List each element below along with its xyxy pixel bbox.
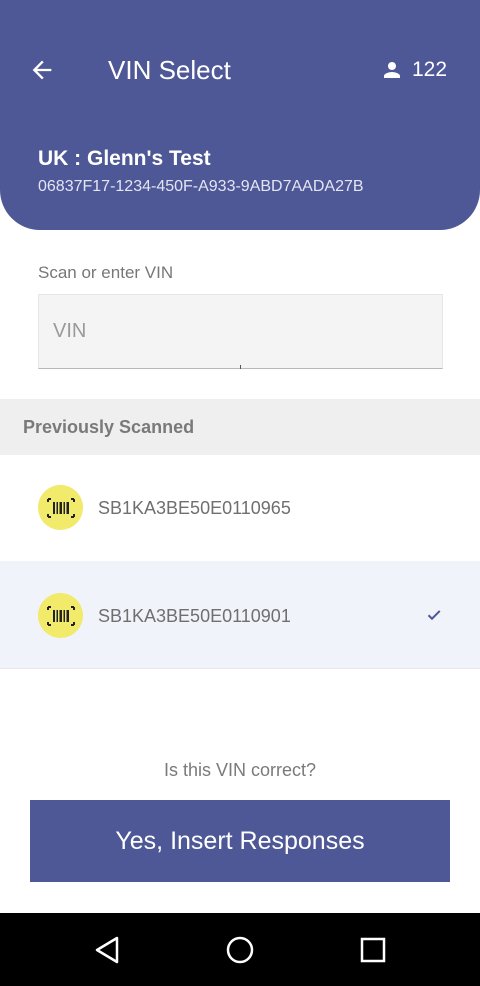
- nav-recents-button[interactable]: [353, 931, 393, 969]
- barcode-icon: [38, 593, 83, 638]
- vin-field-label: Scan or enter VIN: [38, 263, 174, 282]
- arrow-left-icon: [32, 60, 52, 80]
- user-count-button[interactable]: 122: [380, 56, 447, 84]
- app-header: VIN Select 122 UK : Glenn's Test 06837F1…: [0, 0, 480, 230]
- section-title: Previously Scanned: [23, 417, 195, 437]
- nav-recents-icon: [360, 937, 386, 963]
- system-nav-bar: [0, 913, 480, 986]
- vin-text: SB1KA3BE50E0110901: [98, 606, 291, 626]
- insert-responses-button[interactable]: Yes, Insert Responses: [30, 800, 450, 882]
- confirm-question: Is this VIN correct?: [163, 760, 317, 780]
- nav-back-icon: [95, 936, 119, 964]
- input-cursor: [240, 365, 241, 369]
- user-count: 122: [412, 58, 448, 81]
- scanned-vin-item[interactable]: SB1KA3BE50E0110965: [0, 455, 480, 563]
- nav-home-button[interactable]: [220, 931, 260, 969]
- org-id: 06837F17-1234-450F-A933-9ABD7AADA27B: [38, 178, 364, 195]
- org-name: UK : Glenn's Test: [38, 147, 211, 170]
- barcode-icon: [38, 485, 83, 530]
- person-icon: [384, 62, 400, 78]
- scanned-vin-item-selected[interactable]: SB1KA3BE50E0110901: [0, 561, 480, 669]
- vin-input-container: [38, 294, 443, 369]
- vin-input[interactable]: [39, 295, 442, 368]
- back-button[interactable]: [24, 50, 60, 90]
- previously-scanned-header: Previously Scanned: [0, 399, 480, 455]
- check-icon: [427, 610, 441, 621]
- nav-home-icon: [226, 936, 254, 964]
- vin-text: SB1KA3BE50E0110965: [98, 498, 291, 518]
- page-title: VIN Select: [108, 55, 231, 85]
- nav-back-button[interactable]: [87, 931, 127, 969]
